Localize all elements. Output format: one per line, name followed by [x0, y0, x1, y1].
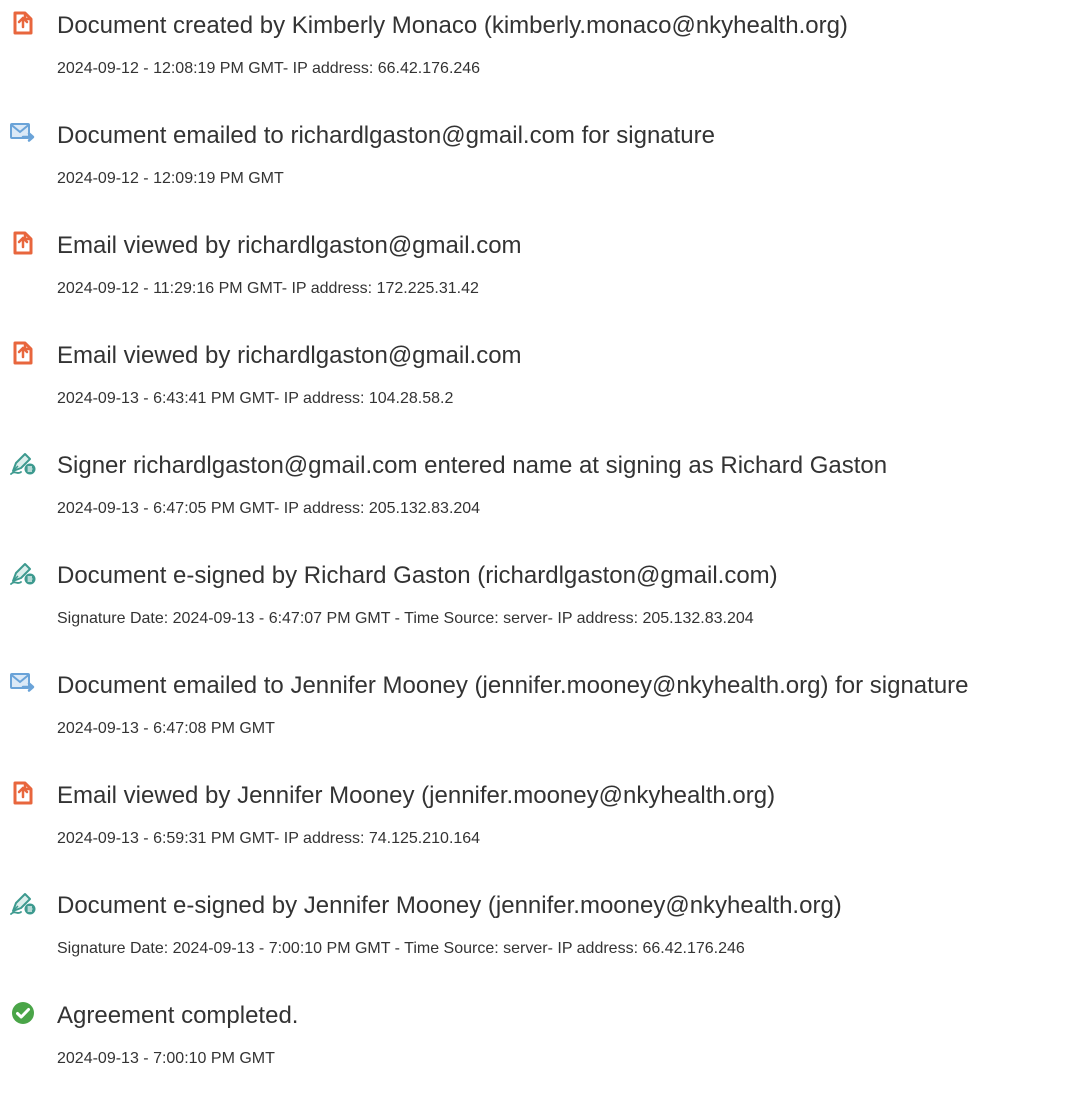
pen-icon — [10, 450, 36, 476]
event-title: Agreement completed. — [57, 1002, 299, 1029]
event-detail: 2024-09-13 - 6:47:08 PM GMT — [57, 720, 275, 737]
pen-icon — [10, 890, 36, 916]
checkmark-icon — [10, 1000, 36, 1026]
document-icon — [10, 340, 36, 366]
event-detail: 2024-09-13 - 6:47:05 PM GMT- IP address:… — [57, 500, 481, 517]
event-detail: 2024-09-12 - 11:29:16 PM GMT- IP address… — [57, 280, 479, 297]
document-icon — [10, 230, 36, 256]
event-title: Document emailed to richardlgaston@gmail… — [57, 122, 715, 149]
event-title: Email viewed by richardlgaston@gmail.com — [57, 342, 522, 369]
history-event-emailed: Document emailed to richardlgaston@gmail… — [0, 110, 1070, 220]
email-icon — [10, 670, 36, 696]
email-icon — [10, 120, 36, 146]
event-detail: Signature Date: 2024-09-13 - 7:00:10 PM … — [57, 940, 745, 957]
event-detail: 2024-09-13 - 6:43:41 PM GMT- IP address:… — [57, 390, 454, 407]
history-event-signed: Document e-signed by Jennifer Mooney (je… — [0, 880, 1070, 990]
event-title: Document emailed to Jennifer Mooney (jen… — [57, 672, 969, 699]
history-event-name-entered: Signer richardlgaston@gmail.com entered … — [0, 440, 1070, 550]
history-event-viewed: Email viewed by richardlgaston@gmail.com… — [0, 220, 1070, 330]
event-title: Email viewed by richardlgaston@gmail.com — [57, 232, 522, 259]
history-event-viewed: Email viewed by richardlgaston@gmail.com… — [0, 330, 1070, 440]
event-detail: 2024-09-13 - 6:59:31 PM GMT- IP address:… — [57, 830, 481, 847]
event-title: Document e-signed by Richard Gaston (ric… — [57, 562, 778, 589]
event-detail: 2024-09-12 - 12:09:19 PM GMT — [57, 170, 284, 187]
document-icon — [10, 10, 36, 36]
history-event-created: Document created by Kimberly Monaco (kim… — [0, 0, 1070, 110]
event-title: Document created by Kimberly Monaco (kim… — [57, 12, 848, 39]
event-title: Signer richardlgaston@gmail.com entered … — [57, 452, 888, 479]
history-event-emailed: Document emailed to Jennifer Mooney (jen… — [0, 660, 1070, 770]
event-detail: Signature Date: 2024-09-13 - 6:47:07 PM … — [57, 610, 754, 627]
audit-history: Document created by Kimberly Monaco (kim… — [0, 0, 1070, 1100]
event-detail: 2024-09-12 - 12:08:19 PM GMT- IP address… — [57, 60, 481, 77]
history-event-signed: Document e-signed by Richard Gaston (ric… — [0, 550, 1070, 660]
document-icon — [10, 780, 36, 806]
event-detail: 2024-09-13 - 7:00:10 PM GMT — [57, 1050, 275, 1067]
history-event-completed: Agreement completed. 2024-09-13 - 7:00:1… — [0, 990, 1070, 1100]
history-event-viewed: Email viewed by Jennifer Mooney (jennife… — [0, 770, 1070, 880]
pen-icon — [10, 560, 36, 586]
event-title: Email viewed by Jennifer Mooney (jennife… — [57, 782, 776, 809]
event-title: Document e-signed by Jennifer Mooney (je… — [57, 892, 842, 919]
